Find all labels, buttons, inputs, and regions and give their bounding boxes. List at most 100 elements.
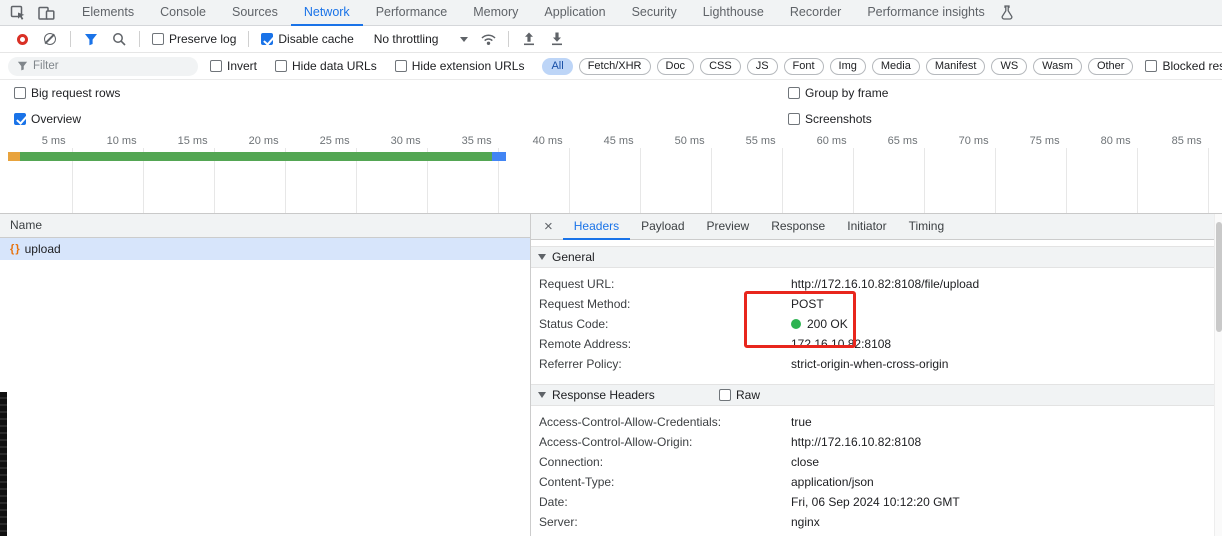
record-icon [16, 33, 28, 45]
devtools-tab-sources[interactable]: Sources [219, 0, 291, 26]
request-details-panel: × Headers Payload Preview Response Initiator… [530, 214, 1222, 536]
devtools-tab-performance-insights[interactable]: Performance insights [854, 0, 997, 26]
checkbox-box [152, 33, 164, 45]
devtools-tab-network[interactable]: Network [291, 0, 363, 26]
header-name: Content-Type: [539, 475, 615, 489]
timeline-tick-label: 30 ms [390, 135, 421, 147]
filter-input-pill[interactable] [8, 56, 198, 76]
inspect-element-icon[interactable] [10, 5, 26, 21]
devtools-tab-performance[interactable]: Performance [363, 0, 461, 26]
header-row: Transfer-Encoding:chunked [531, 532, 1222, 536]
invert-checkbox[interactable]: Invert [210, 59, 257, 73]
big-request-rows-checkbox[interactable]: Big request rows [14, 86, 120, 100]
header-name: Request Method: [539, 297, 631, 311]
timeline-tick-label: 5 ms [41, 135, 66, 147]
hide-data-urls-checkbox[interactable]: Hide data URLs [275, 59, 377, 73]
timeline-overview[interactable]: 5 ms 10 ms 15 ms 20 ms 25 ms 30 ms 35 ms 40 ms 4… [0, 131, 1222, 214]
scrollbar-thumb[interactable] [1216, 222, 1222, 332]
devtools-tab-security[interactable]: Security [619, 0, 690, 26]
raw-headers-checkbox[interactable]: Raw [719, 388, 760, 402]
filter-toggle-button[interactable] [79, 28, 103, 50]
request-row-upload[interactable]: { } upload [0, 238, 530, 260]
details-tab-response[interactable]: Response [760, 214, 836, 240]
filter-type-all[interactable]: All [542, 57, 573, 75]
network-conditions-button[interactable] [476, 28, 500, 50]
filter-funnel-icon [85, 33, 97, 45]
header-value: true [791, 415, 812, 429]
timeline-tick-label: 75 ms [1029, 135, 1060, 147]
checkbox-box [275, 60, 288, 72]
group-by-frame-label: Group by frame [805, 86, 889, 100]
record-button[interactable] [10, 28, 34, 50]
close-details-button[interactable]: × [531, 215, 563, 239]
devtools-tab-memory[interactable]: Memory [460, 0, 531, 26]
timeline-tick-label: 85 ms [1171, 135, 1202, 147]
header-name: Access-Control-Allow-Origin: [539, 435, 693, 449]
timeline-tick-label: 60 ms [816, 135, 847, 147]
filter-funnel-small-icon [17, 61, 28, 71]
header-row: Access-Control-Allow-Credentials: true [531, 412, 1222, 432]
checkbox-box [719, 389, 731, 401]
overview-bar-segment [20, 152, 498, 161]
timeline-gridline [994, 148, 996, 213]
hide-data-urls-label: Hide data URLs [292, 59, 377, 73]
details-tab-headers[interactable]: Headers [563, 214, 630, 240]
general-section-header[interactable]: General [531, 246, 1222, 268]
devtools-tab-elements[interactable]: Elements [69, 0, 147, 26]
export-har-button[interactable] [545, 28, 569, 50]
blocked-response-cookies-checkbox[interactable]: Blocked response coo [1145, 59, 1222, 73]
hide-extension-urls-checkbox[interactable]: Hide extension URLs [394, 59, 524, 73]
devtools-tab-console[interactable]: Console [147, 0, 219, 26]
search-button[interactable] [107, 28, 131, 50]
preserve-log-checkbox[interactable]: Preserve log [152, 32, 236, 46]
header-name: Remote Address: [539, 337, 632, 351]
filter-type-other[interactable]: Other [1087, 57, 1134, 75]
filter-type-img[interactable]: Img [829, 57, 866, 75]
timeline-gridline [923, 148, 925, 213]
filter-type-fetch-xhr[interactable]: Fetch/XHR [578, 57, 651, 75]
timeline-gridline [852, 148, 854, 213]
filter-type-wasm[interactable]: Wasm [1033, 57, 1082, 75]
throttling-select[interactable]: No throttling [374, 32, 469, 46]
filter-type-ws[interactable]: WS [991, 57, 1028, 75]
timeline-tick-label: 15 ms [177, 135, 208, 147]
filter-type-css[interactable]: CSS [700, 57, 741, 75]
filter-type-js[interactable]: JS [746, 57, 778, 75]
details-tab-initiator[interactable]: Initiator [836, 214, 897, 240]
filter-type-media[interactable]: Media [871, 57, 920, 75]
clear-button[interactable] [38, 28, 62, 50]
timeline-gridline [1136, 148, 1138, 213]
big-request-rows-label: Big request rows [31, 86, 121, 100]
details-tab-preview[interactable]: Preview [696, 214, 761, 240]
filter-type-font[interactable]: Font [783, 57, 824, 75]
devtools-tab-recorder[interactable]: Recorder [777, 0, 854, 26]
name-column-header[interactable]: Name [0, 214, 530, 238]
timeline-tick-label: 45 ms [603, 135, 634, 147]
filter-type-doc[interactable]: Doc [656, 57, 695, 75]
throttling-value: No throttling [373, 32, 439, 46]
details-tab-timing[interactable]: Timing [898, 214, 956, 240]
devtools-tab-lighthouse[interactable]: Lighthouse [690, 0, 777, 26]
header-value: http://172.16.10.82:8108/file/upload [791, 277, 980, 291]
header-name: Request URL: [539, 277, 615, 291]
filter-input[interactable] [33, 60, 183, 72]
braces-icon: { } [10, 243, 20, 255]
timeline-gridline [710, 148, 712, 213]
checkbox-box [1145, 60, 1158, 72]
filter-type-manifest[interactable]: Manifest [925, 57, 986, 75]
devtools-tabbar: Elements Console Sources Network Performance… [0, 0, 1222, 26]
options-row-2: Overview Screenshots [0, 106, 1222, 131]
response-headers-section-header[interactable]: Response Headers Raw [531, 384, 1222, 406]
disable-cache-checkbox[interactable]: Disable cache [261, 32, 354, 46]
details-tab-list: Headers Payload Preview Response Initiator Ti… [563, 214, 955, 239]
details-scrollbar[interactable] [1214, 214, 1222, 536]
overview-checkbox[interactable]: Overview [14, 112, 81, 126]
arrow-up-tray-icon [524, 32, 535, 46]
details-tab-payload[interactable]: Payload [630, 214, 695, 240]
devtools-tab-application[interactable]: Application [531, 0, 618, 26]
import-har-button[interactable] [517, 28, 541, 50]
group-by-frame-checkbox[interactable]: Group by frame [788, 86, 888, 100]
header-row: Server: nginx [531, 512, 1222, 532]
device-toolbar-icon[interactable] [38, 5, 55, 21]
screenshots-checkbox[interactable]: Screenshots [788, 112, 872, 126]
